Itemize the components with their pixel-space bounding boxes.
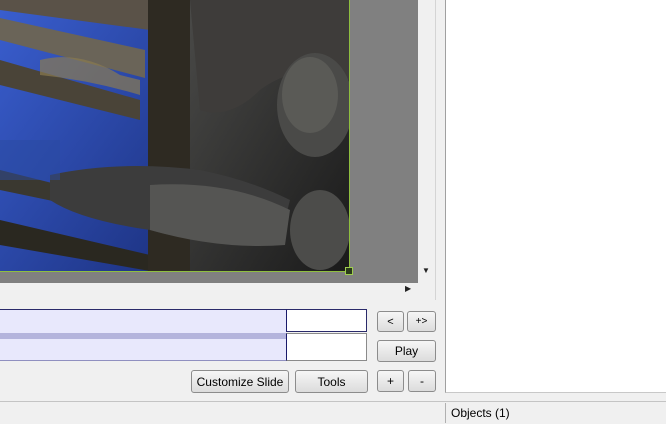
- scrollbar-corner: [418, 283, 435, 300]
- timeline-track-1-end[interactable]: [286, 309, 367, 332]
- timeline-track-2[interactable]: [0, 339, 286, 361]
- resize-handle-icon[interactable]: [345, 267, 353, 275]
- play-button[interactable]: Play: [377, 340, 436, 362]
- status-bar: [0, 401, 666, 424]
- customize-slide-button[interactable]: Customize Slide: [191, 370, 289, 393]
- panel-divider: [435, 0, 436, 300]
- scroll-right-arrow-icon[interactable]: ▶: [405, 284, 411, 293]
- tools-button[interactable]: Tools: [295, 370, 368, 393]
- status-separator: [445, 403, 446, 423]
- scroll-down-arrow-icon[interactable]: ▼: [422, 266, 430, 275]
- objects-count-label: Objects (1): [451, 406, 510, 420]
- timeline-track-1[interactable]: [0, 309, 286, 334]
- remove-button[interactable]: -: [408, 370, 436, 392]
- add-button[interactable]: +: [377, 370, 404, 392]
- objects-panel[interactable]: [445, 0, 666, 393]
- timeline-track-2-end[interactable]: [286, 333, 367, 361]
- vertical-scrollbar[interactable]: ▼: [418, 0, 435, 283]
- next-slide-button[interactable]: +>: [407, 311, 436, 332]
- previous-slide-button[interactable]: <: [377, 311, 404, 332]
- slide-canvas[interactable]: [0, 0, 418, 283]
- horizontal-scrollbar[interactable]: ▶: [0, 283, 418, 300]
- slide-photo[interactable]: [0, 0, 350, 272]
- photo-image: [0, 0, 349, 271]
